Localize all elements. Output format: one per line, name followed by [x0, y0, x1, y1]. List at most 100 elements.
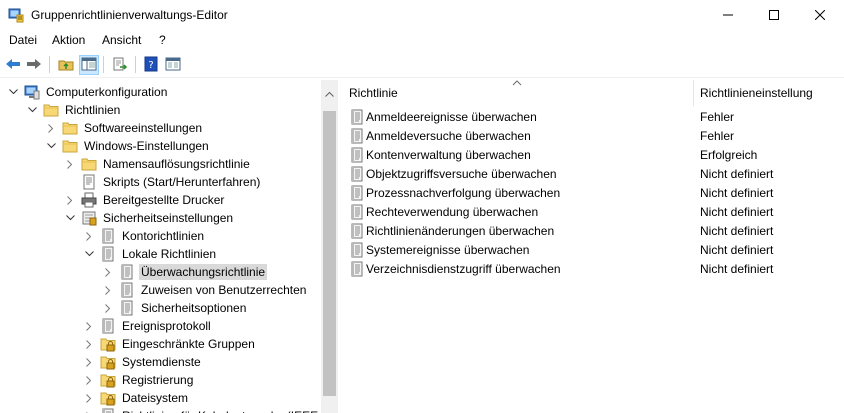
tree-item[interactable]: Dateisystem	[84, 389, 190, 407]
folder-icon	[81, 156, 97, 172]
policy-setting-value: Fehler	[700, 110, 735, 124]
policy-row[interactable]: Systemereignisse überwachen Nicht definie…	[341, 240, 844, 259]
policy-row[interactable]: Anmeldeereignisse überwachen Fehler	[341, 107, 844, 126]
chevron-down-icon[interactable]	[27, 101, 37, 119]
tree-item[interactable]: Windows-Einstellungen	[46, 137, 211, 155]
policy-book-icon	[100, 408, 116, 413]
tree-item-label: Sicherheitsoptionen	[141, 301, 247, 315]
tree-pane[interactable]: Computerkonfiguration Richtlinien Software…	[0, 80, 338, 413]
export-list-button[interactable]	[110, 55, 130, 75]
printer-icon	[81, 192, 97, 208]
policy-book-icon	[100, 246, 116, 262]
chevron-right-icon[interactable]	[84, 227, 94, 245]
chevron-down-icon[interactable]	[84, 245, 94, 263]
policy-book-icon	[119, 300, 135, 316]
menu-aktion[interactable]: Aktion	[52, 33, 85, 47]
tree-item-label: Systemdienste	[122, 355, 201, 369]
chevron-right-icon[interactable]	[103, 299, 113, 317]
tree-item-label: Skripts (Start/Herunterfahren)	[103, 175, 261, 189]
maximize-button[interactable]	[751, 0, 797, 30]
column-separator[interactable]	[693, 80, 694, 106]
policy-row[interactable]: Verzeichnisdienstzugriff überwachen Nicht…	[341, 259, 844, 278]
chevron-down-icon[interactable]	[46, 137, 56, 155]
chevron-right-icon[interactable]	[84, 389, 94, 407]
tree-item[interactable]: Eingeschränkte Gruppen	[84, 335, 257, 353]
policy-name: Anmeldeversuche überwachen	[366, 129, 531, 143]
policy-setting-value: Nicht definiert	[700, 167, 774, 181]
tree-item[interactable]: Softwareeinstellungen	[46, 119, 204, 137]
title-bar: Gruppenrichtlinienverwaltungs-Editor	[0, 0, 844, 30]
chevron-right-icon[interactable]	[84, 371, 94, 389]
tree-item[interactable]: Zuweisen von Benutzerrechten	[103, 281, 308, 299]
tree-item[interactable]: Ereignisprotokoll	[84, 317, 213, 335]
column-header-einstellung[interactable]: Richtlinieneinstellung	[700, 80, 844, 106]
policy-row[interactable]: Kontenverwaltung überwachen Erfolgreich	[341, 145, 844, 164]
properties-button[interactable]	[163, 55, 183, 75]
policy-name: Anmeldeereignisse überwachen	[366, 110, 537, 124]
help-button[interactable]: ?	[141, 55, 161, 75]
locked-folder-icon	[100, 336, 116, 352]
tree-item[interactable]: Richtlinien	[27, 101, 122, 119]
tree-item[interactable]: Computerkonfiguration	[8, 83, 169, 101]
chevron-right-icon[interactable]	[65, 155, 75, 173]
scroll-thumb[interactable]	[323, 111, 336, 396]
script-icon	[81, 174, 97, 190]
close-button[interactable]	[797, 0, 843, 30]
tree-item-label: Kontorichtlinien	[122, 229, 205, 243]
chevron-right-icon[interactable]	[103, 281, 113, 299]
chevron-right-icon[interactable]	[84, 407, 94, 413]
expander-placeholder	[65, 173, 75, 191]
back-button[interactable]	[3, 55, 23, 75]
tree-item[interactable]: Registrierung	[84, 371, 195, 389]
tree-item[interactable]: Sicherheitseinstellungen	[65, 209, 235, 227]
chevron-down-icon[interactable]	[65, 209, 75, 227]
policy-name: Verzeichnisdienstzugriff überwachen	[366, 262, 561, 276]
tree-item-label: Richtlinien	[65, 103, 121, 117]
chevron-right-icon[interactable]	[103, 263, 113, 281]
show-hide-tree-button[interactable]	[79, 55, 99, 75]
policy-book-icon	[119, 282, 135, 298]
policy-row[interactable]: Prozessnachverfolgung überwachen Nicht de…	[341, 183, 844, 202]
policy-name: Systemereignisse überwachen	[366, 243, 530, 257]
tree-item[interactable]: Bereitgestellte Drucker	[65, 191, 226, 209]
back-icon	[5, 56, 21, 75]
policy-row[interactable]: Anmeldeversuche überwachen Fehler	[341, 126, 844, 145]
tree-item[interactable]: Lokale Richtlinien	[84, 245, 218, 263]
tree-item[interactable]: Überwachungsrichtlinie	[103, 263, 268, 281]
menu-ansicht[interactable]: Ansicht	[102, 33, 141, 47]
tree-item[interactable]: Skripts (Start/Herunterfahren)	[65, 173, 262, 191]
chevron-right-icon[interactable]	[84, 317, 94, 335]
menu-datei[interactable]: Datei	[9, 33, 37, 47]
scroll-up-icon[interactable]	[325, 86, 334, 100]
up-folder-button[interactable]	[56, 55, 76, 75]
forward-button[interactable]	[24, 55, 44, 75]
detail-pane: Richtlinie Richtlinieneinstellung Anmeld…	[341, 80, 844, 413]
policy-row[interactable]: Rechteverwendung überwachen Nicht definie…	[341, 202, 844, 221]
menu-help[interactable]: ?	[159, 33, 166, 47]
policy-setting-value: Nicht definiert	[700, 243, 774, 257]
chevron-down-icon[interactable]	[8, 83, 18, 101]
tree-item[interactable]: Sicherheitsoptionen	[103, 299, 248, 317]
minimize-button[interactable]	[705, 0, 751, 30]
up-folder-icon	[58, 56, 74, 75]
tree-item[interactable]: Namensauflösungsrichtlinie	[65, 155, 252, 173]
chevron-right-icon[interactable]	[84, 353, 94, 371]
policy-row[interactable]: Richtlinienänderungen überwachen Nicht de…	[341, 221, 844, 240]
tree-item[interactable]: Richtlinien für Kabelnetzwerke (IEEE 80	[84, 407, 337, 413]
policy-row[interactable]: Objektzugriffsversuche überwachen Nicht d…	[341, 164, 844, 183]
policy-setting-icon	[349, 128, 365, 144]
chevron-right-icon[interactable]	[84, 335, 94, 353]
tree-item-label: Ereignisprotokoll	[122, 319, 211, 333]
chevron-right-icon[interactable]	[65, 191, 75, 209]
tree-item[interactable]: Systemdienste	[84, 353, 203, 371]
security-settings-icon	[81, 210, 97, 226]
tree-scrollbar[interactable]	[321, 80, 338, 413]
chevron-right-icon[interactable]	[46, 119, 56, 137]
policy-setting-value: Fehler	[700, 129, 735, 143]
policy-name: Objektzugriffsversuche überwachen	[366, 167, 557, 181]
tree-item-label: Richtlinien für Kabelnetzwerke (IEEE 80	[120, 408, 337, 413]
policy-book-icon	[100, 318, 116, 334]
tree-item[interactable]: Kontorichtlinien	[84, 227, 206, 245]
show-hide-tree-icon	[81, 56, 97, 75]
policy-setting-value: Nicht definiert	[700, 224, 774, 238]
